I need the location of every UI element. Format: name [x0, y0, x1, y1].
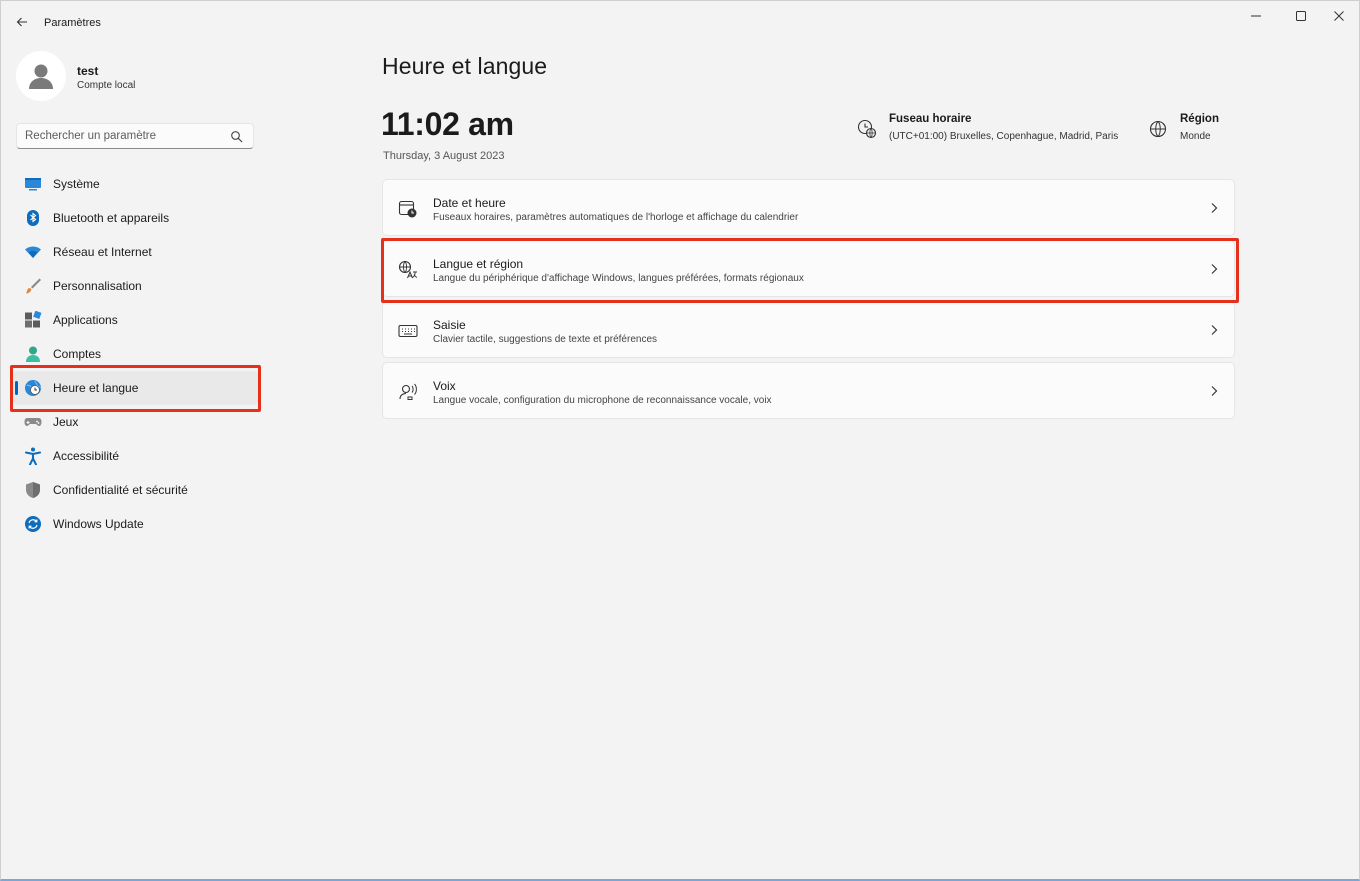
card-subtitle: Clavier tactile, suggestions de texte et…	[433, 334, 658, 345]
chevron-right-icon	[1211, 386, 1218, 396]
card-saisie[interactable]: Saisie Clavier tactile, suggestions de t…	[382, 301, 1235, 358]
card-subtitle: Fuseaux horaires, paramètres automatique…	[433, 212, 799, 223]
sidebar-item-label: Heure et langue	[53, 381, 139, 395]
user-name: test	[77, 64, 99, 78]
card-title: Voix	[433, 379, 456, 393]
sidebar-item-reseau[interactable]: Réseau et Internet	[13, 235, 259, 269]
chevron-right-icon	[1211, 264, 1218, 274]
back-arrow-icon	[16, 17, 27, 27]
title-bar: Paramètres	[1, 1, 1359, 41]
chevron-right-icon	[1211, 203, 1218, 213]
shield-icon	[24, 481, 42, 499]
timezone-value: (UTC+01:00) Bruxelles, Copenhague, Madri…	[889, 131, 1119, 142]
language-icon	[398, 260, 418, 279]
minimize-button[interactable]	[1239, 7, 1273, 25]
card-langue-et-region[interactable]: Langue et région Langue du périphérique …	[382, 240, 1235, 297]
region-info: Région Monde	[1148, 113, 1219, 142]
accessibility-icon	[24, 447, 42, 465]
account-type: Compte local	[77, 80, 136, 91]
sidebar-item-label: Windows Update	[53, 517, 144, 531]
system-icon	[24, 175, 42, 193]
sidebar-item-confidentialite[interactable]: Confidentialité et sécurité	[13, 473, 259, 507]
card-date-et-heure[interactable]: Date et heure Fuseaux horaires, paramètr…	[382, 179, 1235, 236]
settings-cards: Date et heure Fuseaux horaires, paramètr…	[382, 179, 1235, 423]
region-value: Monde	[1180, 131, 1211, 142]
sidebar-item-applications[interactable]: Applications	[13, 303, 259, 337]
wifi-icon	[24, 243, 42, 261]
sidebar-item-label: Accessibilité	[53, 449, 120, 463]
sidebar-item-label: Confidentialité et sécurité	[53, 483, 188, 497]
back-button[interactable]	[11, 11, 33, 33]
card-title: Date et heure	[433, 196, 506, 210]
sidebar-item-label: Personnalisation	[53, 279, 142, 293]
maximize-button[interactable]	[1284, 7, 1318, 25]
sidebar-item-label: Bluetooth et appareils	[53, 211, 170, 225]
voice-icon	[399, 383, 417, 400]
close-button[interactable]	[1322, 7, 1356, 25]
avatar	[16, 51, 66, 101]
card-title: Saisie	[433, 318, 466, 332]
sidebar-item-label: Comptes	[53, 347, 102, 361]
search-input[interactable]	[25, 128, 225, 144]
sidebar-item-jeux[interactable]: Jeux	[13, 405, 259, 439]
update-icon	[24, 515, 42, 533]
card-title: Langue et région	[433, 257, 524, 271]
page-title: Heure et langue	[382, 53, 548, 79]
search-box[interactable]	[16, 123, 254, 149]
sidebar-item-heure-langue[interactable]: Heure et langue	[13, 371, 259, 405]
timezone-title: Fuseau horaire	[889, 113, 972, 125]
maximize-icon	[1296, 11, 1306, 21]
sidebar-item-bluetooth[interactable]: Bluetooth et appareils	[13, 201, 259, 235]
region-title: Région	[1180, 113, 1219, 125]
keyboard-icon	[398, 324, 418, 338]
accounts-icon	[24, 345, 42, 363]
sidebar-item-systeme[interactable]: Système	[13, 167, 259, 201]
apps-icon	[24, 311, 42, 329]
timezone-icon	[857, 119, 877, 139]
search-icon[interactable]	[230, 130, 244, 144]
app-title: Paramètres	[44, 17, 101, 29]
card-voix[interactable]: Voix Langue vocale, configuration du mic…	[382, 362, 1235, 419]
sidebar-item-label: Réseau et Internet	[53, 245, 152, 259]
brush-icon	[24, 277, 42, 295]
sidebar-item-personnalisation[interactable]: Personnalisation	[13, 269, 259, 303]
sidebar-item-label: Applications	[53, 313, 118, 327]
sidebar-item-windows-update[interactable]: Windows Update	[13, 507, 259, 541]
sidebar-item-label: Jeux	[53, 415, 79, 429]
card-subtitle: Langue du périphérique d'affichage Windo…	[433, 273, 804, 284]
sidebar-nav: Système Bluetooth et appareils Réseau et…	[13, 167, 259, 541]
current-date: Thursday, 3 August 2023	[383, 150, 505, 162]
sidebar-item-label: Système	[53, 177, 100, 191]
timezone-info: Fuseau horaire (UTC+01:00) Bruxelles, Co…	[857, 113, 1118, 142]
chevron-right-icon	[1211, 325, 1218, 335]
sidebar-item-comptes[interactable]: Comptes	[13, 337, 259, 371]
settings-window: Paramètres test Compte local Système	[0, 0, 1360, 881]
calendar-clock-icon	[398, 200, 417, 218]
close-icon	[1334, 11, 1344, 21]
card-subtitle: Langue vocale, configuration du micropho…	[433, 395, 772, 406]
user-avatar-icon	[29, 64, 53, 89]
minimize-icon	[1251, 15, 1261, 17]
bluetooth-icon	[24, 209, 42, 227]
user-profile[interactable]: test Compte local	[16, 51, 256, 103]
gamepad-icon	[24, 413, 42, 431]
current-time: 11:02 am	[381, 106, 514, 142]
sidebar-item-accessibilite[interactable]: Accessibilité	[13, 439, 259, 473]
globe-clock-icon	[24, 379, 42, 397]
globe-icon	[1149, 120, 1167, 138]
